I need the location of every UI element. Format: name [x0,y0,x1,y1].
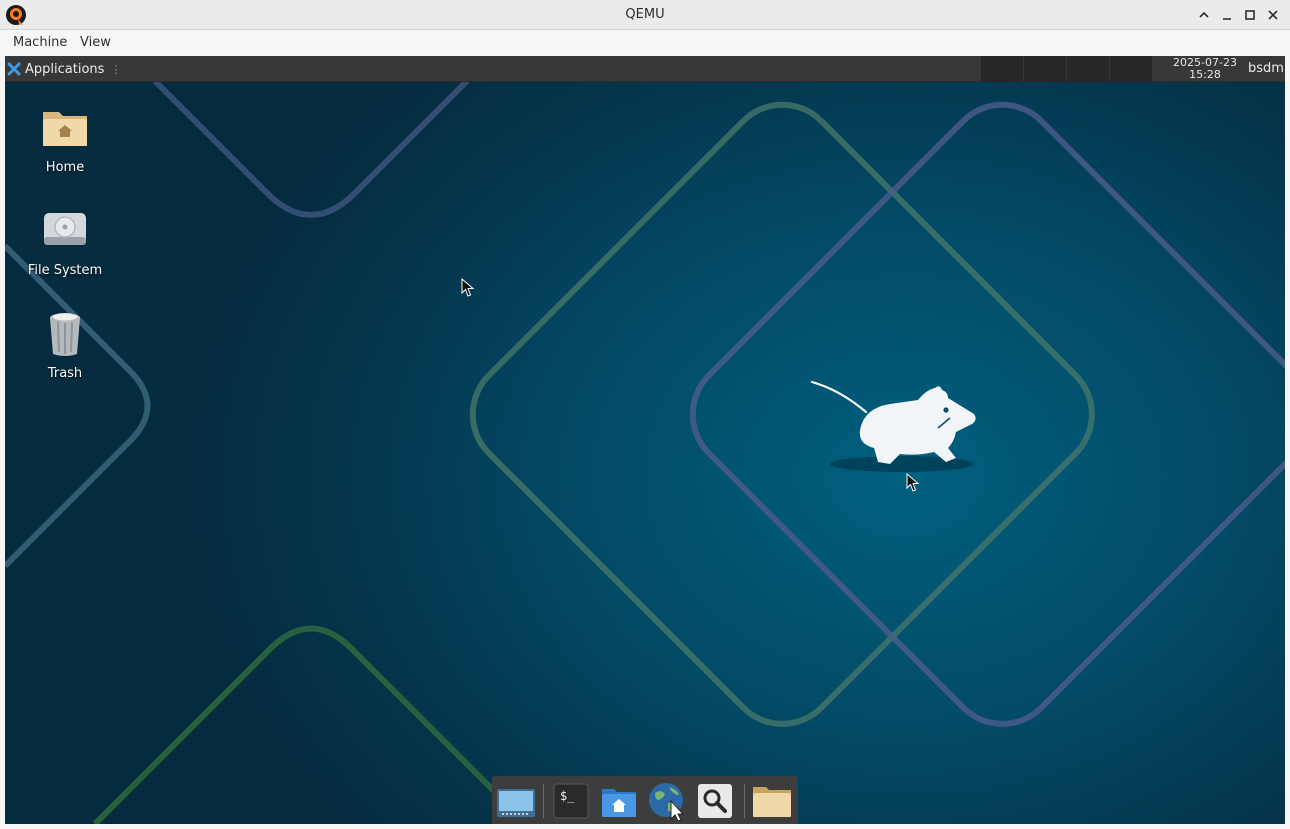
app-finder-icon [698,784,732,818]
close-icon[interactable] [1263,4,1282,26]
menubar: Machine View [0,30,1290,56]
workspace-2[interactable] [1024,56,1066,82]
mouse-pointer-icon [906,473,920,492]
bottom-dock: $_ [492,776,798,824]
menu-view[interactable]: View [80,35,111,50]
panel-clock[interactable]: 2025-07-23 15:28 [1153,57,1257,81]
menu-machine[interactable]: Machine [13,35,67,50]
home-folder-icon [43,112,87,146]
folder-icon [753,787,791,817]
caret-up-icon[interactable] [1194,4,1213,26]
web-browser-icon [649,783,685,821]
desktop-icon-label: File System [27,263,103,278]
home-folder-icon [602,789,636,817]
dock-show-desktop[interactable] [495,780,537,822]
terminal-prompt: $_ [560,789,575,803]
window-controls [1194,4,1282,26]
dock-terminal[interactable]: $_ [550,780,592,822]
workspace-4[interactable] [1110,56,1152,82]
top-panel: Applications ⋮ 2025-07-23 15:28 bsdm [5,56,1285,82]
applications-menu-button[interactable]: Applications ⋮ [7,59,121,79]
hard-drive-icon [44,213,86,245]
maximize-icon[interactable] [1240,4,1259,26]
xfce-logo-icon [7,62,21,76]
mouse-pointer-icon [461,278,475,297]
workspace-3[interactable] [1067,56,1109,82]
window-titlebar: QEMU [0,0,1290,30]
desktop-icon-file-system[interactable]: File System [5,205,125,278]
desktop-icon-label: Trash [47,366,83,381]
dock-folder[interactable] [751,780,793,822]
dock-separator [744,784,745,818]
minimize-icon[interactable] [1217,4,1236,26]
wallpaper-decoration [5,78,1285,824]
guest-screen[interactable]: Applications ⋮ 2025-07-23 15:28 bsdm Hom… [5,56,1285,824]
dock-app-finder[interactable] [694,780,736,822]
xfce-mouse-logo [810,380,976,472]
applications-label: Applications [25,61,105,77]
workspace-1[interactable] [981,56,1023,82]
dock-separator [543,784,544,818]
dock-web-browser[interactable] [646,780,688,822]
window-title: QEMU [625,7,665,22]
desktop-icon-trash[interactable]: Trash [5,308,125,381]
desktop-icon-home[interactable]: Home [5,102,125,175]
desktop-icon-label: Home [45,160,85,175]
clock-time: 15:28 [1189,68,1221,81]
trash-can-icon [50,313,80,356]
dock-home-folder[interactable] [598,780,640,822]
panel-user[interactable]: bsdm [1248,61,1284,76]
panel-grip: ⋮ [110,62,122,76]
show-desktop-icon [497,789,535,817]
